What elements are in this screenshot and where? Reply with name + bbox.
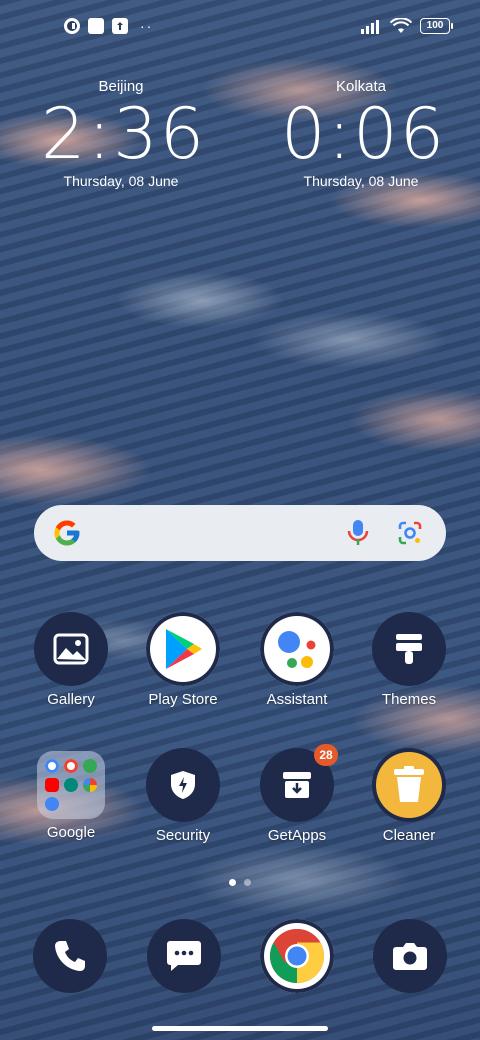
meet-mini-icon [64, 778, 78, 792]
google-search-bar[interactable] [34, 505, 446, 561]
upload-icon [112, 18, 128, 34]
cleaner-icon [372, 748, 446, 822]
page-indicator [0, 879, 480, 886]
app-folder-google[interactable]: Google [21, 748, 121, 843]
app-cleaner[interactable]: Cleaner [359, 748, 459, 846]
microphone-icon[interactable] [340, 515, 376, 551]
app-label: Cleaner [382, 827, 436, 844]
page-dot [244, 879, 251, 886]
play-store-icon [146, 612, 220, 686]
security-icon [146, 748, 220, 822]
dock-messages[interactable] [147, 919, 221, 993]
app-security[interactable]: Security [133, 748, 233, 846]
app-label: Google [46, 824, 96, 841]
clock-date: Thursday, 08 June [303, 173, 419, 189]
notification-badge: 28 [314, 744, 338, 766]
google-folder-icon [37, 751, 105, 819]
home-indicator-bar[interactable] [152, 1026, 328, 1031]
dock-camera[interactable] [373, 919, 447, 993]
signal-icon [361, 20, 379, 34]
youtube-mini-icon [45, 778, 59, 792]
wifi-icon [390, 18, 412, 33]
assistant-mini-icon [45, 797, 59, 811]
gallery-icon [34, 612, 108, 686]
battery-indicator: 100 [420, 18, 453, 34]
clock-date: Thursday, 08 June [63, 173, 179, 189]
gmail-mini-icon [64, 759, 78, 773]
app-label: Gallery [47, 691, 95, 708]
clock-widget-kolkata[interactable]: Kolkata 0:06 Thursday, 08 June [281, 78, 447, 190]
app-label: Themes [381, 691, 437, 708]
clock-widget-beijing[interactable]: Beijing 2:36 Thursday, 08 June [41, 78, 207, 190]
app-assistant[interactable]: Assistant [247, 612, 347, 710]
photos-mini-icon [83, 778, 97, 792]
status-bar: ·· 100 [0, 14, 480, 42]
google-logo-icon [54, 520, 80, 546]
messages-icon [167, 941, 201, 971]
app-label: Assistant [266, 691, 328, 708]
themes-icon [372, 612, 446, 686]
getapps-icon: 28 [260, 744, 338, 822]
app-themes[interactable]: Themes [359, 612, 459, 710]
page-dot-active [229, 879, 236, 886]
app-getapps[interactable]: 28 GetApps [247, 744, 347, 846]
app-label: Security [155, 827, 211, 844]
assistant-icon [260, 612, 334, 686]
app-gallery[interactable]: Gallery [21, 612, 121, 710]
chrome-icon [269, 928, 325, 983]
maps-mini-icon [83, 759, 97, 773]
dock-phone[interactable] [33, 919, 107, 993]
phone-icon [55, 941, 85, 971]
status-app-icon [64, 18, 80, 34]
overflow-dots: ·· [140, 18, 154, 34]
google-lens-icon[interactable] [392, 515, 428, 551]
camera-icon [393, 943, 427, 970]
clock-time: 2:36 [41, 93, 207, 175]
app-label: Play Store [148, 691, 218, 708]
app-label: GetApps [267, 827, 327, 844]
clock-time: 0:06 [281, 93, 447, 175]
google-mini-icon [45, 759, 59, 773]
app-play-store[interactable]: Play Store [133, 612, 233, 710]
dock-chrome[interactable] [260, 919, 334, 993]
notification-square-icon [88, 18, 104, 34]
